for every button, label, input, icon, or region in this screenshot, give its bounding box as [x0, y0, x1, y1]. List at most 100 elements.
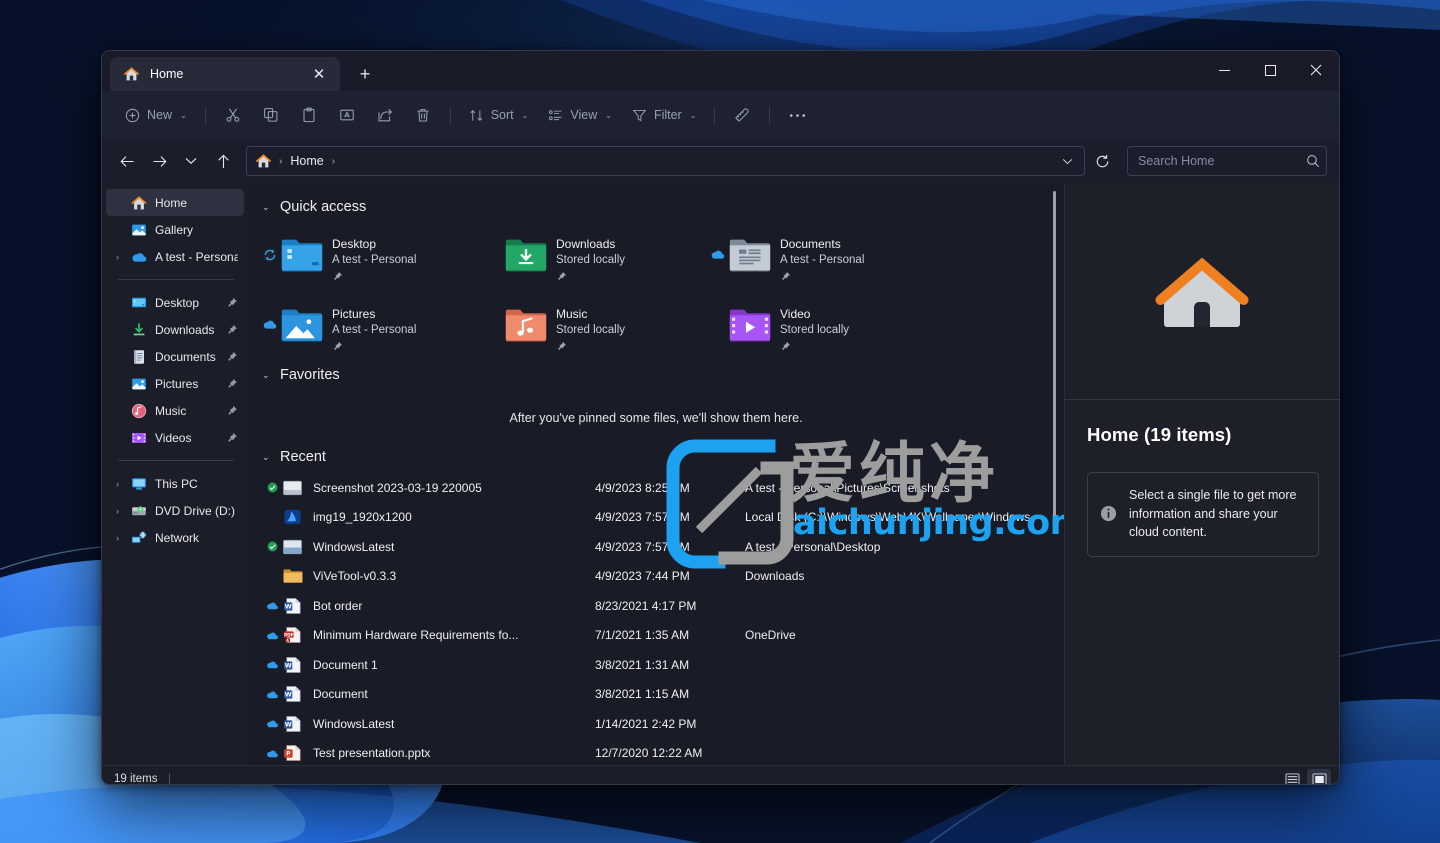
pin-icon[interactable] — [226, 297, 238, 309]
sidebar-item-music[interactable]: Music — [106, 397, 244, 424]
sidebar-item-downloads[interactable]: Downloads — [106, 316, 244, 343]
more-options-button[interactable] — [779, 99, 815, 131]
minimize-button[interactable] — [1201, 51, 1247, 89]
cloud-badge-icon — [711, 250, 725, 259]
share-button[interactable] — [367, 99, 403, 131]
address-dropdown-button[interactable] — [1052, 146, 1082, 176]
quick-access-item-documents[interactable]: Documents A test - Personal — [710, 225, 934, 287]
chevron-down-icon[interactable]: ⌄ — [262, 202, 272, 213]
sidebar-item-desktop[interactable]: Desktop — [106, 289, 244, 316]
large-icons-view-icon — [1312, 772, 1326, 784]
chevron-down-icon[interactable]: ⌄ — [262, 452, 272, 463]
recent-row[interactable]: W Bot order 8/23/2021 4:17 PM — [262, 591, 1064, 621]
downloads-icon — [133, 322, 145, 335]
svg-text:P: P — [286, 752, 290, 758]
pin-icon[interactable] — [226, 405, 238, 417]
vertical-scrollbar[interactable] — [1050, 191, 1060, 736]
recent-header[interactable]: ⌄ Recent — [254, 443, 1064, 471]
pin-icon[interactable] — [556, 341, 567, 352]
paste-button[interactable] — [291, 99, 327, 131]
sidebar-item-home[interactable]: Home — [106, 189, 244, 216]
toolbar-divider — [204, 105, 206, 125]
sidebar-item-this-pc[interactable]: › This PC — [106, 470, 244, 497]
recent-row[interactable]: Screenshot 2023-03-19 220005 4/9/2023 8:… — [262, 473, 1064, 503]
sidebar-item-a-test-personal[interactable]: › A test - Personal — [106, 243, 244, 270]
cut-button[interactable] — [215, 99, 251, 131]
breadcrumb-home[interactable]: Home — [287, 154, 326, 168]
sidebar-item-documents[interactable]: Documents — [106, 343, 244, 370]
recent-row[interactable]: W Document 3/8/2021 1:15 AM — [262, 680, 1064, 710]
recent-row[interactable]: WindowsLatest 4/9/2023 7:57 PM A test - … — [262, 532, 1064, 562]
copy-button[interactable] — [253, 99, 289, 131]
recent-row[interactable]: img19_1920x1200 4/9/2023 7:57 PM Local D… — [262, 503, 1064, 533]
recent-row[interactable]: W WindowsLatest 1/14/2021 2:42 PM — [262, 709, 1064, 739]
up-button[interactable] — [208, 146, 238, 176]
pin-icon[interactable] — [226, 378, 238, 390]
details-info: Home (19 items) Select a single file to … — [1065, 400, 1339, 557]
chevron-right-icon[interactable]: › — [116, 533, 131, 543]
sidebar-item-network[interactable]: › Network — [106, 524, 244, 551]
close-button[interactable] — [1293, 51, 1339, 89]
delete-button[interactable] — [405, 99, 441, 131]
pin-icon[interactable] — [332, 271, 343, 282]
tab-close-icon[interactable]: ✕ — [306, 62, 332, 86]
quick-access-item-video[interactable]: Video Stored locally — [710, 295, 934, 357]
sort-button[interactable]: Sort ⌄ — [460, 99, 538, 131]
breadcrumb-separator-2[interactable]: › — [330, 156, 337, 167]
home-large-icon — [1155, 257, 1249, 327]
sync-pin-button[interactable] — [724, 99, 760, 131]
rename-button[interactable] — [329, 99, 365, 131]
address-bar[interactable]: › Home › — [246, 146, 1085, 176]
chevron-right-icon[interactable]: › — [116, 252, 131, 262]
recent-row[interactable]: W Document 1 3/8/2021 1:31 AM — [262, 650, 1064, 680]
quick-access-item-pictures[interactable]: Pictures A test - Personal — [262, 295, 486, 357]
pin-icon[interactable] — [780, 271, 791, 282]
maximize-button[interactable] — [1247, 51, 1293, 89]
chevron-right-icon[interactable]: › — [116, 506, 131, 516]
pin-icon[interactable] — [780, 341, 791, 352]
pin-icon[interactable] — [556, 271, 567, 282]
chevron-down-icon: ⌄ — [180, 110, 187, 120]
back-button[interactable] — [112, 146, 142, 176]
pin-icon[interactable] — [226, 432, 238, 444]
recent-row[interactable]: ViVeTool-v0.3.3 4/9/2023 7:44 PM Downloa… — [262, 562, 1064, 592]
new-tab-button[interactable]: + — [350, 60, 380, 88]
search-input[interactable] — [1138, 154, 1306, 168]
quick-access-item-music[interactable]: Music Stored locally — [486, 295, 710, 357]
recent-row[interactable]: PDF A Minimum Hardware Requirements fo..… — [262, 621, 1064, 651]
refresh-button[interactable] — [1087, 146, 1117, 176]
details-view-button[interactable] — [1280, 769, 1304, 784]
filter-button[interactable]: Filter ⌄ — [623, 99, 705, 131]
search-box[interactable] — [1127, 146, 1327, 176]
new-button[interactable]: New ⌄ — [116, 99, 196, 131]
pin-icon[interactable] — [332, 341, 343, 352]
sidebar-item-videos[interactable]: Videos — [106, 424, 244, 451]
favorites-header[interactable]: ⌄ Favorites — [254, 361, 1064, 389]
tab-home[interactable]: Home ✕ — [110, 57, 340, 91]
chevron-right-icon[interactable]: › — [116, 479, 131, 489]
quick-access-subtitle: A test - Personal — [332, 324, 417, 336]
sidebar-item-pictures[interactable]: Pictures — [106, 370, 244, 397]
command-bar: New ⌄ Sort ⌄ View ⌄ Filter ⌄ — [102, 91, 1339, 139]
recent-locations-button[interactable] — [176, 146, 206, 176]
forward-button[interactable] — [144, 146, 174, 176]
image-file-icon — [284, 510, 301, 525]
scrollbar-thumb[interactable] — [1053, 191, 1056, 516]
search-icon[interactable] — [1306, 154, 1320, 168]
music-icon — [131, 403, 147, 418]
pin-icon[interactable] — [226, 324, 238, 336]
view-button[interactable]: View ⌄ — [539, 99, 621, 131]
quick-access-header[interactable]: ⌄ Quick access — [254, 193, 1064, 221]
chevron-down-icon[interactable]: ⌄ — [262, 370, 272, 381]
chevron-down-icon: ⌄ — [605, 110, 612, 120]
toolbar-divider-4 — [769, 105, 771, 125]
quick-access-item-desktop[interactable]: Desktop A test - Personal — [262, 225, 486, 287]
quick-access-grid: Desktop A test - Personal Downloads Stor… — [248, 221, 1064, 357]
sidebar-item-gallery[interactable]: Gallery — [106, 216, 244, 243]
quick-access-item-downloads[interactable]: Downloads Stored locally — [486, 225, 710, 287]
large-icons-view-button[interactable] — [1307, 768, 1331, 784]
file-list-area[interactable]: ⌄ Quick access Desktop A test - Personal… — [248, 183, 1064, 765]
sidebar-item-dvd-drive[interactable]: › DVD Drive (D:) CCC — [106, 497, 244, 524]
recent-row[interactable]: P Test presentation.pptx 12/7/2020 12:22… — [262, 739, 1064, 766]
pin-icon[interactable] — [226, 351, 238, 363]
